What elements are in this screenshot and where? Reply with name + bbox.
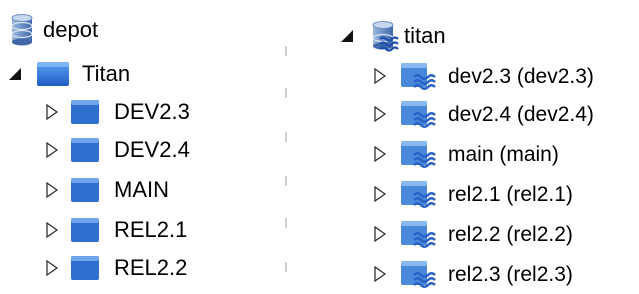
folder-icon	[70, 99, 100, 125]
tree-item-label: Titan	[82, 61, 131, 86]
stream-folder-icon	[400, 61, 440, 91]
pane-divider[interactable]	[285, 88, 287, 98]
tree-item-label: depot	[43, 17, 99, 42]
tree-item-folder[interactable]: MAIN	[46, 172, 169, 208]
stream-folder-icon	[400, 179, 440, 209]
tree-item-folder[interactable]: REL2.1	[46, 212, 187, 248]
folder-icon	[70, 217, 100, 243]
collapsed-arrow-icon[interactable]	[374, 146, 386, 162]
tree-item-stream[interactable]: rel2.3 (rel2.3)	[374, 256, 573, 292]
tree-item-label: main (main)	[448, 142, 559, 166]
pane-divider[interactable]	[285, 262, 287, 272]
stream-folder-icon	[400, 219, 440, 249]
tree-item-stream[interactable]: dev2.3 (dev2.3)	[374, 58, 594, 94]
pane-divider[interactable]	[285, 132, 287, 142]
collapsed-arrow-icon[interactable]	[46, 142, 58, 158]
folder-icon	[70, 177, 100, 203]
tree-item-label: dev2.4 (dev2.4)	[448, 102, 594, 126]
tree-item-label: DEV2.3	[114, 99, 190, 124]
tree-item-folder[interactable]: DEV2.4	[46, 132, 190, 168]
tree-item-stream[interactable]: dev2.4 (dev2.4)	[374, 96, 594, 132]
stream-folder-icon	[400, 99, 440, 129]
tree-item-titan-stream-depot[interactable]: titan	[340, 18, 446, 54]
collapsed-arrow-icon[interactable]	[46, 260, 58, 276]
folder-icon	[70, 137, 100, 163]
tree-item-folder[interactable]: REL2.2	[46, 250, 187, 286]
expanded-arrow-icon[interactable]	[8, 67, 22, 81]
collapsed-arrow-icon[interactable]	[374, 68, 386, 84]
database-icon	[11, 14, 33, 46]
collapsed-arrow-icon[interactable]	[374, 186, 386, 202]
collapsed-arrow-icon[interactable]	[46, 222, 58, 238]
tree-item-label: rel2.2 (rel2.2)	[448, 222, 573, 246]
stream-folder-icon	[400, 139, 440, 169]
pane-divider[interactable]	[285, 176, 287, 186]
tree-item-label: MAIN	[114, 177, 169, 202]
tree-item-label: titan	[404, 23, 446, 48]
folder-icon	[70, 255, 100, 281]
collapsed-arrow-icon[interactable]	[374, 266, 386, 282]
tree-item-depot[interactable]: depot	[11, 12, 98, 48]
tree-item-label: rel2.3 (rel2.3)	[448, 262, 573, 286]
tree-item-stream[interactable]: main (main)	[374, 136, 559, 172]
pane-divider[interactable]	[285, 46, 287, 56]
pane-divider[interactable]	[285, 218, 287, 228]
tree-item-titan-project[interactable]: Titan	[8, 56, 130, 92]
collapsed-arrow-icon[interactable]	[46, 104, 58, 120]
tree-item-stream[interactable]: rel2.1 (rel2.1)	[374, 176, 573, 212]
tree-item-label: DEV2.4	[114, 137, 190, 162]
tree-item-label: REL2.1	[114, 217, 188, 242]
tree-item-label: REL2.2	[114, 255, 188, 280]
collapsed-arrow-icon[interactable]	[46, 182, 58, 198]
stream-depot-icon	[372, 20, 400, 52]
collapsed-arrow-icon[interactable]	[374, 226, 386, 242]
tree-item-label: dev2.3 (dev2.3)	[448, 64, 594, 88]
collapsed-arrow-icon[interactable]	[374, 106, 386, 122]
tree-item-label: rel2.1 (rel2.1)	[448, 182, 573, 206]
expanded-arrow-icon[interactable]	[340, 29, 354, 43]
folder-icon	[36, 61, 70, 87]
stream-folder-icon	[400, 259, 440, 289]
tree-item-stream[interactable]: rel2.2 (rel2.2)	[374, 216, 573, 252]
tree-item-folder[interactable]: DEV2.3	[46, 94, 190, 130]
